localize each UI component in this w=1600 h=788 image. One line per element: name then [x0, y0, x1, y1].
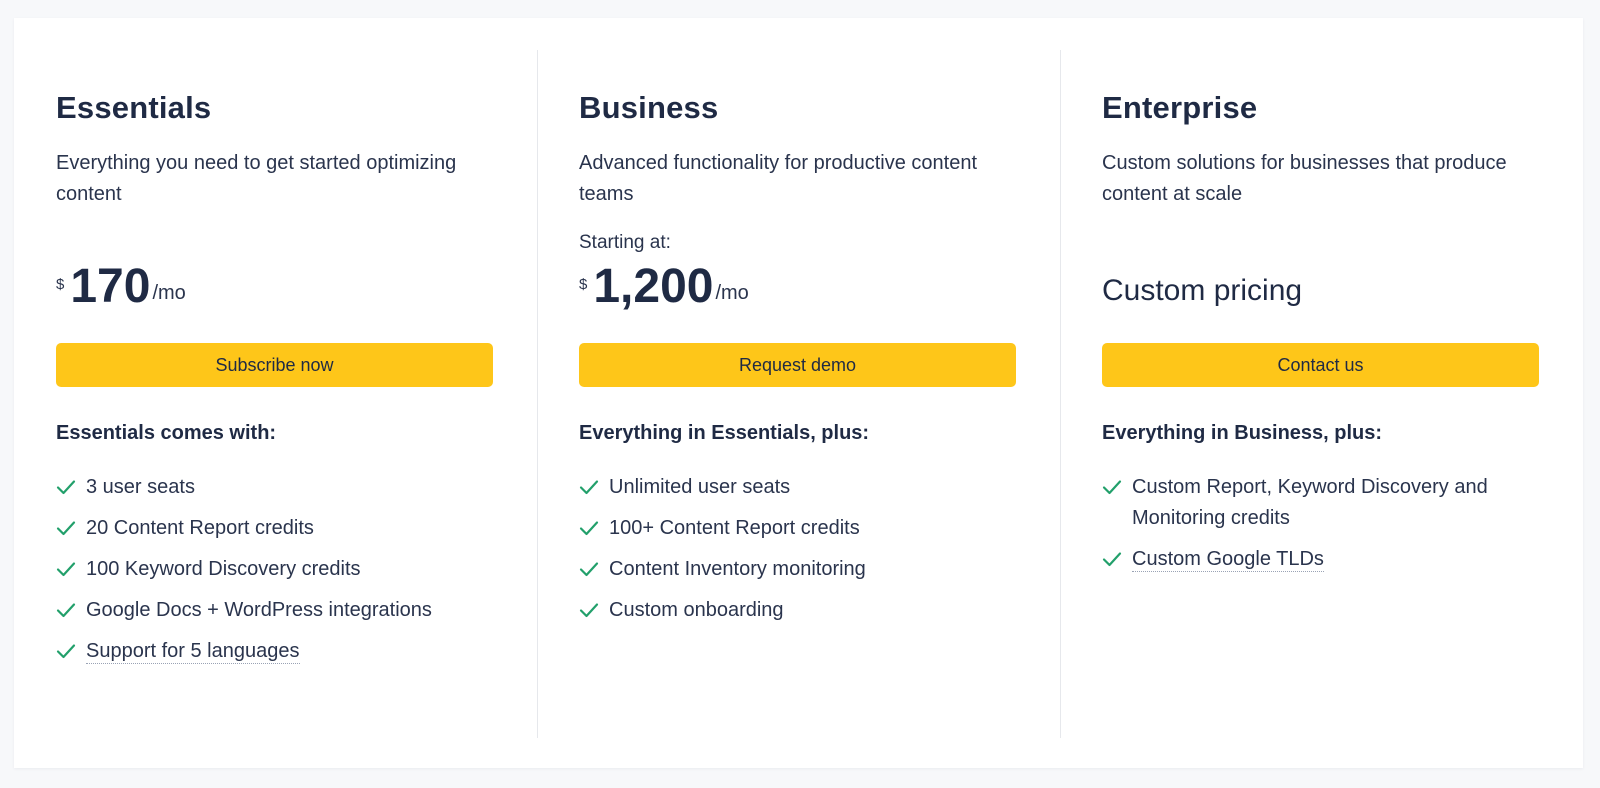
plan-enterprise: Enterprise Custom solutions for business…: [1060, 18, 1583, 768]
request-demo-button[interactable]: Request demo: [579, 343, 1016, 387]
plan-title: Essentials: [56, 90, 212, 125]
plan-title: Enterprise: [1102, 90, 1258, 125]
check-icon: [56, 521, 76, 536]
plan-essentials: Essentials Everything you need to get st…: [14, 18, 537, 768]
includes-heading: Essentials comes with:: [56, 422, 277, 444]
plan-description: Advanced functionality for productive co…: [579, 152, 978, 205]
price-period: /mo: [715, 282, 749, 304]
feature-item: 3 user seats: [56, 472, 496, 503]
check-icon: [579, 521, 599, 536]
check-icon: [1102, 480, 1122, 495]
feature-list: Unlimited user seats 100+ Content Report…: [579, 472, 1019, 636]
custom-pricing-label: Custom pricing: [1102, 274, 1303, 307]
price-amount: 1,200: [593, 260, 714, 313]
feature-item: Unlimited user seats: [579, 472, 1019, 503]
feature-item: Content Inventory monitoring: [579, 554, 1019, 585]
contact-us-button[interactable]: Contact us: [1102, 343, 1539, 387]
feature-tooltip-label[interactable]: Support for 5 languages: [86, 640, 300, 664]
price-currency: $: [579, 276, 588, 293]
check-icon: [579, 603, 599, 618]
feature-item: Custom Google TLDs: [1102, 544, 1542, 575]
feature-list: Custom Report, Keyword Discovery and Mon…: [1102, 472, 1542, 585]
check-icon: [579, 562, 599, 577]
feature-label: Custom onboarding: [609, 599, 784, 621]
feature-item: Custom Report, Keyword Discovery and Mon…: [1102, 472, 1542, 534]
check-icon: [1102, 552, 1122, 567]
feature-item: 100+ Content Report credits: [579, 513, 1019, 544]
check-icon: [56, 644, 76, 659]
includes-heading: Everything in Essentials, plus:: [579, 422, 870, 444]
plan-title: Business: [579, 90, 719, 125]
plan-business: Business Advanced functionality for prod…: [537, 18, 1060, 768]
feature-item: 20 Content Report credits: [56, 513, 496, 544]
feature-label: Custom Report, Keyword Discovery and Mon…: [1132, 476, 1488, 529]
price: $170/mo: [56, 258, 186, 318]
feature-label: Unlimited user seats: [609, 476, 791, 498]
feature-label: 100+ Content Report credits: [609, 517, 860, 539]
feature-item: Support for 5 languages: [56, 636, 496, 667]
feature-item: 100 Keyword Discovery credits: [56, 554, 496, 585]
includes-heading: Everything in Business, plus:: [1102, 422, 1383, 444]
feature-label: Content Inventory monitoring: [609, 558, 866, 580]
feature-label: 3 user seats: [86, 476, 195, 498]
feature-label: 20 Content Report credits: [86, 517, 314, 539]
price-currency: $: [56, 276, 65, 293]
price-period: /mo: [152, 282, 186, 304]
subscribe-now-button[interactable]: Subscribe now: [56, 343, 493, 387]
check-icon: [56, 603, 76, 618]
feature-item: Custom onboarding: [579, 595, 1019, 626]
plan-description: Custom solutions for businesses that pro…: [1102, 152, 1507, 205]
check-icon: [56, 562, 76, 577]
feature-list: 3 user seats 20 Content Report credits 1…: [56, 472, 496, 677]
price-amount: 170: [70, 260, 151, 313]
pricing-card: Essentials Everything you need to get st…: [14, 18, 1583, 768]
check-icon: [579, 480, 599, 495]
check-icon: [56, 480, 76, 495]
feature-tooltip-label[interactable]: Custom Google TLDs: [1132, 548, 1324, 572]
starting-at-label: Starting at:: [579, 232, 671, 253]
feature-label: Google Docs + WordPress integrations: [86, 599, 432, 621]
feature-label: 100 Keyword Discovery credits: [86, 558, 361, 580]
plan-description: Everything you need to get started optim…: [56, 152, 457, 205]
feature-item: Google Docs + WordPress integrations: [56, 595, 496, 626]
price: $1,200/mo: [579, 258, 749, 318]
